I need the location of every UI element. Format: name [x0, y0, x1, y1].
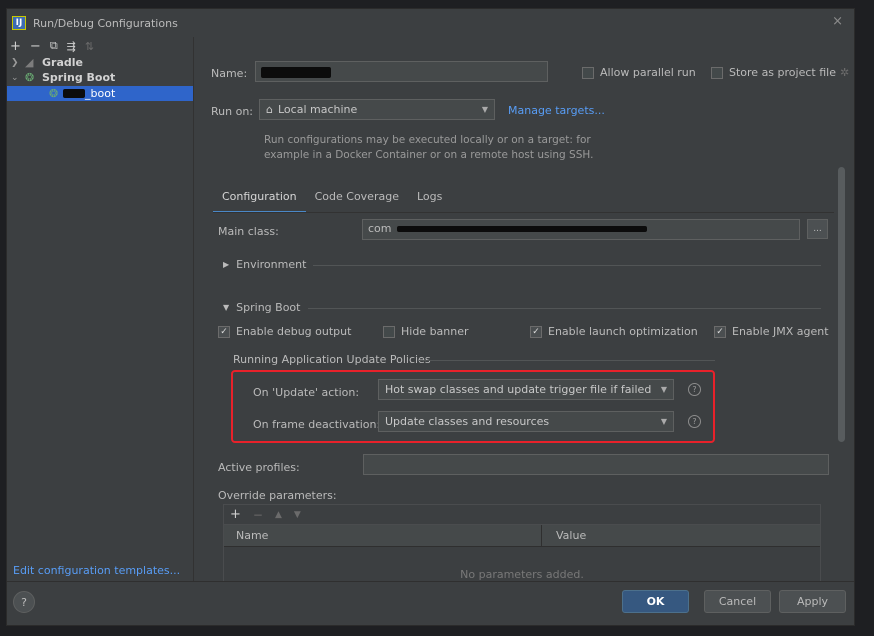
browse-main-class-button[interactable]: ... [807, 219, 828, 239]
run-on-label: Run on: [211, 105, 253, 118]
remove-configuration-icon[interactable]: − [30, 39, 41, 54]
checkbox-label: Enable JMX agent [732, 325, 829, 338]
edit-configuration-templates-link[interactable]: Edit configuration templates... [13, 564, 180, 577]
tree-item-gradle[interactable]: ❯ ◢ Gradle [7, 55, 193, 70]
running-update-policies-title: Running Application Update Policies [233, 353, 431, 366]
tree-item-label: Spring Boot [42, 71, 116, 84]
enable-debug-output-checkbox[interactable]: ✓ Enable debug output [218, 325, 351, 338]
dialog-footer: ? OK Cancel Apply [7, 581, 854, 625]
name-label: Name: [211, 67, 248, 80]
checkbox-box[interactable] [711, 66, 723, 79]
active-profiles-label: Active profiles: [218, 461, 300, 474]
gradle-icon: ◢ [25, 56, 34, 69]
apply-button[interactable]: Apply [779, 590, 846, 613]
copy-configuration-icon[interactable]: ⧉ [50, 39, 58, 53]
help-button[interactable]: ? [13, 591, 35, 613]
tree-item-spring-boot[interactable]: ⌄ ❂ Spring Boot [7, 70, 193, 85]
manage-targets-link[interactable]: Manage targets... [508, 104, 605, 117]
title-bar: IJ Run/Debug Configurations × [7, 9, 854, 37]
triangle-down-icon: ▼ [223, 303, 230, 312]
info-line: Run configurations may be executed local… [264, 134, 591, 146]
parameters-table: Name Value No parameters added. [223, 524, 821, 581]
redacted-text [63, 89, 85, 98]
section-divider [419, 360, 715, 361]
sidebar-toolbar: + − ⧉ ⇶ ⇅ [7, 37, 193, 55]
store-as-project-checkbox[interactable]: Store as project file ✲ [711, 66, 849, 79]
cancel-button[interactable]: Cancel [704, 590, 771, 613]
sort-configurations-icon[interactable]: ⇅ [85, 40, 94, 53]
name-input[interactable] [255, 61, 548, 82]
intellij-logo-icon: IJ [12, 16, 26, 30]
ok-button[interactable]: OK [622, 590, 689, 613]
tab-bar: Configuration Code Coverage Logs [213, 187, 451, 214]
check-icon[interactable]: ✓ [218, 325, 230, 338]
run-on-select[interactable]: ⌂ Local machine ▼ [259, 99, 495, 120]
add-configuration-icon[interactable]: + [10, 39, 21, 54]
tab-configuration[interactable]: Configuration [213, 187, 306, 214]
enable-launch-optimization-checkbox[interactable]: ✓ Enable launch optimization [530, 325, 698, 338]
run-on-value: Local machine [277, 103, 358, 116]
section-title: Spring Boot [236, 301, 301, 314]
check-icon[interactable]: ✓ [714, 325, 726, 338]
move-up-icon[interactable]: ▲ [275, 510, 282, 520]
main-class-input[interactable]: com [362, 219, 800, 240]
tab-code-coverage[interactable]: Code Coverage [306, 187, 408, 214]
info-line: example in a Docker Container or on a re… [264, 149, 594, 161]
chevron-down-icon: ▼ [481, 105, 488, 114]
checkbox-label: Hide banner [401, 325, 469, 338]
override-parameters-label: Override parameters: [218, 489, 337, 502]
run-debug-dialog: IJ Run/Debug Configurations × + − ⧉ ⇶ ⇅ … [6, 8, 855, 626]
tree-item-label: _boot [85, 87, 116, 100]
enable-jmx-agent-checkbox[interactable]: ✓ Enable JMX agent [714, 325, 829, 338]
chevron-down-icon[interactable]: ⌄ [11, 73, 21, 83]
hide-banner-checkbox[interactable]: Hide banner [383, 325, 469, 338]
checkbox-label: Store as project file [729, 66, 836, 79]
run-on-info: Run configurations may be executed local… [264, 133, 593, 163]
checkbox-box[interactable] [582, 66, 594, 79]
main-class-label: Main class: [218, 225, 279, 238]
window-title: Run/Debug Configurations [33, 16, 178, 30]
column-header-name[interactable]: Name [224, 525, 542, 546]
configuration-panel: Main class: com ... ▶ Environment ▼ Spri… [213, 213, 834, 581]
section-divider [308, 308, 821, 309]
configuration-editor: Name: Allow parallel run Store as projec… [195, 37, 854, 581]
check-icon[interactable]: ✓ [530, 325, 542, 338]
checkbox-label: Enable launch optimization [548, 325, 698, 338]
redacted-text [261, 67, 331, 78]
tree-item-boot-configuration[interactable]: ❂ _boot [7, 86, 193, 101]
spring-boot-section-toggle[interactable]: ▼ Spring Boot [223, 301, 300, 314]
active-profiles-input[interactable] [363, 454, 829, 475]
environment-section-toggle[interactable]: ▶ Environment [223, 258, 306, 271]
move-down-icon[interactable]: ▼ [294, 510, 301, 520]
home-icon: ⌂ [266, 103, 273, 116]
screen-background: IJ Run/Debug Configurations × + − ⧉ ⇶ ⇅ … [0, 0, 874, 636]
configurations-sidebar: + − ⧉ ⇶ ⇅ ❯ ◢ Gradle ⌄ ❂ Spring Boot ❂ _… [7, 37, 194, 581]
checkbox-box[interactable] [383, 325, 395, 338]
gear-icon[interactable]: ✲ [840, 66, 849, 79]
tab-logs[interactable]: Logs [408, 187, 451, 214]
triangle-right-icon: ▶ [223, 260, 230, 269]
highlight-annotation [231, 370, 715, 443]
move-into-folder-icon[interactable]: ⇶ [67, 40, 76, 53]
remove-parameter-icon[interactable]: − [253, 508, 263, 522]
checkbox-label: Enable debug output [236, 325, 352, 338]
add-parameter-icon[interactable]: + [230, 507, 241, 522]
checkbox-label: Allow parallel run [600, 66, 696, 79]
main-class-value: com [368, 222, 392, 235]
parameters-toolbar: + − ▲ ▼ [223, 504, 821, 524]
empty-state-text: No parameters added. [460, 568, 584, 581]
tree-item-label: Gradle [42, 56, 83, 69]
table-header: Name Value [224, 525, 820, 547]
vertical-scrollbar[interactable] [838, 167, 845, 442]
column-header-value[interactable]: Value [542, 529, 586, 542]
allow-parallel-checkbox[interactable]: Allow parallel run [582, 66, 696, 79]
section-title: Environment [236, 258, 307, 271]
spring-boot-icon: ❂ [25, 71, 35, 84]
close-icon[interactable]: × [832, 14, 843, 29]
chevron-right-icon[interactable]: ❯ [11, 58, 21, 68]
redacted-text [397, 226, 647, 232]
spring-boot-run-icon: ❂ [49, 87, 59, 100]
section-divider [313, 265, 821, 266]
